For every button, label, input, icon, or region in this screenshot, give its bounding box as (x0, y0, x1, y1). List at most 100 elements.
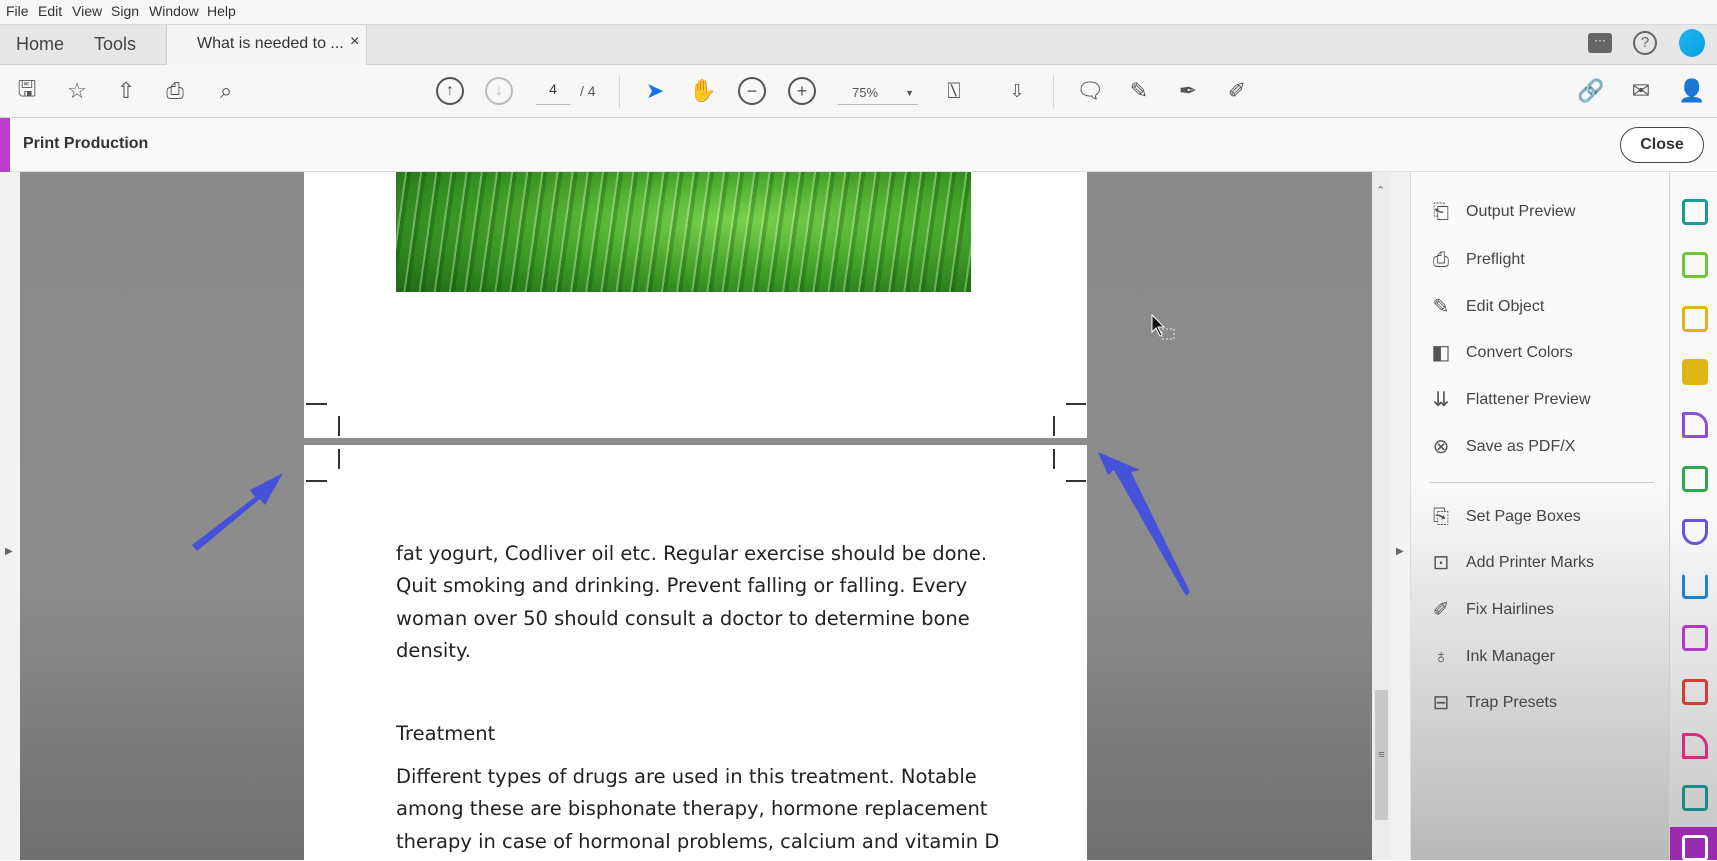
scroll-mode-icon[interactable]: ⇩ (1003, 77, 1031, 105)
annotation-arrows (192, 313, 1190, 596)
email-icon[interactable]: ✉ (1627, 77, 1655, 105)
tool-add-printer-marks[interactable]: ⊡ Add Printer Marks (1411, 543, 1651, 583)
star-icon[interactable]: ☆ (63, 77, 91, 105)
chevron-right-icon: ▶ (1396, 546, 1404, 557)
search-icon[interactable]: ⌕ (212, 77, 240, 105)
comment-icon[interactable]: 🗨 (1076, 77, 1104, 105)
zoom-in-icon[interactable]: + (788, 77, 816, 105)
share-icon[interactable] (1682, 573, 1708, 599)
chevron-right-icon: ▶ (5, 546, 13, 557)
save-form-icon[interactable] (1682, 625, 1708, 651)
menu-bar: File Edit View Sign Window Help (0, 0, 1717, 24)
preflight-icon: ⎙ (1433, 249, 1449, 271)
output-preview-icon: ⎗ (1433, 201, 1449, 223)
tool-convert-colors[interactable]: ◧ Convert Colors (1411, 333, 1651, 373)
page-up-icon[interactable]: ↑ (436, 77, 464, 105)
scroll-thumb[interactable]: ≡ (1375, 690, 1388, 820)
print-production-bar: Print Production Close (0, 118, 1717, 172)
share-link-icon[interactable]: 🔗 (1577, 77, 1605, 105)
menu-sign[interactable]: Sign (111, 3, 139, 19)
save-pdfx-icon: ⊗ (1432, 436, 1450, 458)
tool-output-preview[interactable]: ⎗ Output Preview (1411, 192, 1651, 232)
comment-tool-icon[interactable] (1682, 359, 1708, 385)
add-user-icon[interactable]: 👤 (1678, 77, 1706, 105)
protect-icon[interactable] (1682, 519, 1708, 545)
tab-tools[interactable]: Tools (94, 34, 136, 55)
help-icon[interactable]: ? (1633, 31, 1657, 55)
close-button[interactable]: Close (1620, 127, 1704, 163)
avatar[interactable] (1679, 29, 1705, 57)
tool-preflight[interactable]: ⎙ Preflight (1411, 240, 1651, 280)
zoom-out-icon[interactable]: − (738, 77, 766, 105)
tool-ink-manager[interactable]: ♁ Ink Manager (1411, 637, 1651, 677)
create-pdf-icon[interactable] (1682, 306, 1708, 332)
tool-flattener-preview[interactable]: ⇊ Flattener Preview (1411, 380, 1651, 420)
tool-set-page-boxes[interactable]: ⎘ Set Page Boxes (1411, 497, 1651, 537)
edit-object-icon: ✎ (1432, 296, 1450, 318)
scroll-up-icon[interactable]: ⌃ (1376, 184, 1385, 197)
tab-document-title: What is needed to ... (197, 35, 344, 52)
divider (1429, 482, 1654, 483)
right-pane-toggle[interactable]: ▶ (1391, 172, 1410, 860)
tool-fix-hairlines[interactable]: ✐ Fix Hairlines (1411, 590, 1651, 630)
rich-media-icon[interactable] (1682, 785, 1708, 811)
tab-close-icon[interactable]: × (350, 33, 359, 51)
arrow-left (192, 473, 283, 551)
sign-icon[interactable]: ✒ (1174, 77, 1202, 105)
print-production-tool-icon[interactable] (1682, 466, 1708, 492)
ink-manager-icon: ♁ (1433, 646, 1449, 668)
organize-pages-icon[interactable] (1682, 252, 1708, 278)
left-pane-toggle[interactable]: ▶ (0, 172, 20, 860)
body-text: Quit smoking and drinking. Prevent falli… (396, 574, 968, 597)
active-tool[interactable] (1670, 827, 1717, 861)
edit-pdf-icon[interactable]: ✐ (1223, 77, 1251, 105)
tools-strip (1669, 172, 1717, 861)
fit-page-icon[interactable]: ⍂ (940, 77, 968, 105)
fill-sign-icon[interactable] (1682, 412, 1708, 438)
redact-icon[interactable] (1682, 733, 1708, 759)
menu-view[interactable]: View (72, 3, 102, 19)
tool-trap-presets[interactable]: ⊟ Trap Presets (1411, 683, 1651, 723)
chevron-down-icon: ▼ (905, 88, 914, 98)
panel-title: Print Production (23, 135, 149, 152)
trap-presets-icon: ⊟ (1432, 692, 1450, 714)
chat-icon[interactable]: ··· (1588, 33, 1612, 53)
select-cursor-icon[interactable]: ➤ (641, 77, 669, 105)
tool-save-as-pdfx[interactable]: ⊗ Save as PDF/X (1411, 427, 1651, 467)
accent-stripe (0, 118, 10, 172)
menu-file[interactable]: File (6, 3, 29, 19)
menu-edit[interactable]: Edit (38, 3, 62, 19)
vertical-scrollbar[interactable]: ⌃ ≡ (1372, 172, 1391, 860)
section-heading: Treatment (396, 722, 496, 745)
save-icon[interactable]: 🖫 (13, 76, 41, 105)
divider (619, 75, 620, 108)
menu-window[interactable]: Window (149, 3, 199, 19)
body-text: woman over 50 should consult a doctor to… (396, 607, 970, 630)
toolbar: 🖫 ☆ ⇧ ⎙ ⌕ ↑ ↓ 4 / 4 ➤ ✋ − + 75% ▼ ⍂ ⇩ 🗨 ✎… (0, 65, 1717, 118)
pdf-info-icon[interactable] (1682, 679, 1708, 705)
zoom-select[interactable]: 75% ▼ (838, 81, 918, 105)
printer-marks-icon: ⊡ (1432, 552, 1450, 574)
highlight-icon[interactable]: ✎ (1125, 77, 1153, 105)
tab-home[interactable]: Home (16, 34, 64, 55)
menu-help[interactable]: Help (207, 3, 236, 19)
hand-icon[interactable]: ✋ (689, 77, 717, 105)
print-production-panel: ⎗ Output Preview ⎙ Preflight ✎ Edit Object … (1410, 172, 1669, 860)
body-text: density. (396, 639, 471, 662)
body-text: fat yogurt, Codliver oil etc. Regular ex… (396, 542, 988, 565)
cloud-upload-icon[interactable]: ⇧ (112, 77, 140, 105)
export-pdf-icon[interactable] (1682, 199, 1708, 225)
convert-colors-icon: ◧ (1431, 342, 1451, 364)
body-text: among these are bisphonate therapy, horm… (396, 797, 988, 820)
tab-document[interactable]: What is needed to ... × (166, 25, 367, 66)
page-number-input[interactable]: 4 (536, 81, 570, 105)
standards-icon (1682, 835, 1708, 861)
fix-hairlines-icon: ✐ (1432, 599, 1450, 621)
tool-edit-object[interactable]: ✎ Edit Object (1411, 287, 1651, 327)
body-text: Different types of drugs are used in thi… (396, 765, 977, 788)
flattener-preview-icon: ⇊ (1432, 389, 1450, 411)
body-text: therapy in case of hormonal problems, ca… (396, 830, 1000, 853)
document-view[interactable] (0, 172, 1410, 860)
page-down-icon[interactable]: ↓ (485, 77, 513, 105)
print-icon[interactable]: ⎙ (161, 77, 189, 105)
